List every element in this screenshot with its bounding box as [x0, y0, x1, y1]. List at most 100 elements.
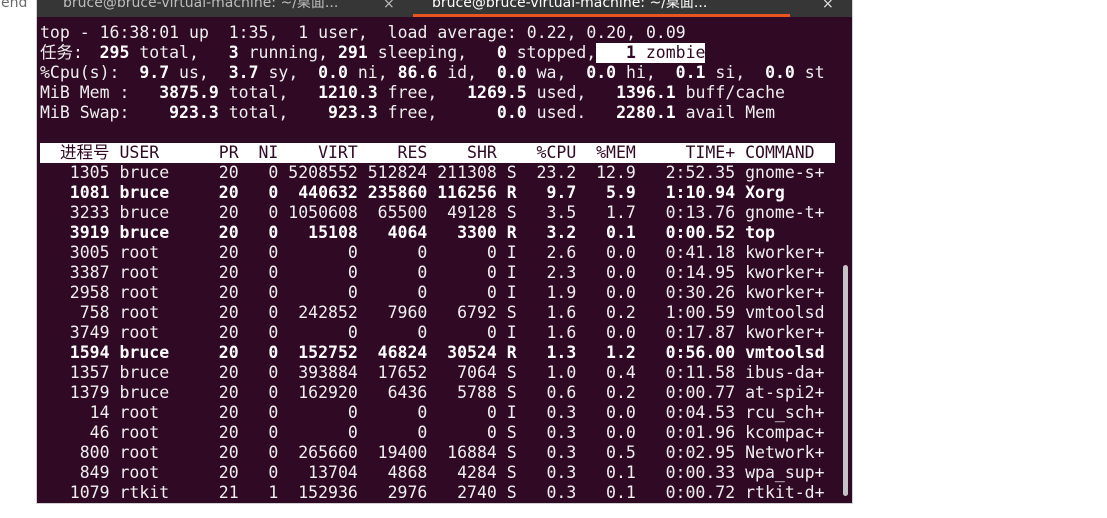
pr-cell: 20 — [218, 323, 239, 342]
pr-cell: 20 — [218, 243, 239, 262]
command-cell: vmtoolsd — [745, 303, 825, 322]
shr-cell: 3300 — [457, 223, 497, 242]
time-cell: 0:13.76 — [665, 203, 736, 222]
res-cell: 0 — [417, 243, 428, 262]
summary-value: 3 — [228, 43, 239, 62]
pid-cell: 3005 — [69, 243, 110, 262]
time-cell: 0:56.00 — [665, 343, 736, 362]
ni-cell: 0 — [268, 223, 279, 242]
shr-cell: 116256 — [437, 183, 497, 202]
summary-value: 0.0 — [318, 63, 348, 82]
close-icon[interactable]: × — [383, 0, 395, 14]
shr-cell: 211308 — [437, 163, 497, 182]
s-cell: S — [506, 383, 517, 402]
process-row: 758 root 20 0 242852 7960 6792 S 1.6 0.2 1:00.59 vm… — [40, 303, 835, 323]
ni-cell: 0 — [268, 403, 279, 422]
mem-cell: 1.2 — [606, 343, 636, 362]
summary-value: 1210.3 — [318, 83, 378, 102]
user-header: USER — [119, 143, 160, 162]
mem-cell: 0.0 — [606, 403, 636, 422]
summary-text: 任务: — [40, 43, 93, 62]
pr-cell: 20 — [218, 383, 239, 402]
time-cell: 0:04.53 — [665, 403, 736, 422]
shr-cell: 0 — [486, 423, 497, 442]
command-cell: at-spi2+ — [745, 383, 825, 402]
terminal-window: bruce@bruce-virtual-machine: ~/桌面... × b… — [37, 0, 852, 503]
summary-value: 1396.1 — [616, 83, 676, 102]
ni-cell: 0 — [268, 423, 279, 442]
pr-cell: 20 — [218, 203, 239, 222]
ni-cell: 0 — [268, 303, 279, 322]
mem-cell: 0.0 — [606, 423, 636, 442]
time-cell: 0:11.58 — [665, 363, 736, 382]
user-cell: rtkit — [119, 483, 170, 502]
user-cell: root — [119, 463, 160, 482]
cpu-cell: 0.3 — [546, 463, 577, 482]
virt-cell: 0 — [347, 423, 358, 442]
terminal-tab-active[interactable]: bruce@bruce-virtual-machine: ~/桌面... × — [413, 0, 852, 17]
res-cell: 512824 — [367, 163, 428, 182]
res-cell: 0 — [417, 283, 428, 302]
virt-cell: 152752 — [298, 343, 358, 362]
user-cell: root — [119, 283, 160, 302]
ni-cell: 0 — [268, 363, 279, 382]
cpu-cell: 0.3 — [546, 443, 577, 462]
process-row: 849 root 20 0 13704 4868 4284 S 0.3 0.1 0:00.33 wpa… — [40, 463, 835, 483]
swap-line: MiB Swap: 923.3 total, 923.3 free, 0.0 u… — [40, 103, 835, 123]
summary-text: total, — [129, 43, 229, 62]
mem-cell: 0.1 — [606, 463, 636, 482]
ni-cell: 0 — [268, 323, 279, 342]
mem-cell: 12.9 — [596, 163, 636, 182]
ni-cell: 0 — [268, 263, 279, 282]
summary-value: 0.0 — [765, 63, 795, 82]
command-cell: kworker+ — [745, 263, 825, 282]
mem-cell: 0.1 — [606, 223, 636, 242]
summary-value: 923.3 — [169, 103, 219, 122]
virt-cell: 0 — [347, 323, 358, 342]
time-cell: 1:10.94 — [665, 183, 736, 202]
zombie-highlight: 1 — [626, 43, 636, 63]
summary-value: 3.7 — [228, 63, 259, 82]
res-cell: 0 — [417, 323, 428, 342]
time-header: TIME+ — [685, 143, 736, 162]
terminal-screen[interactable]: top - 16:38:01 up 1:35, 1 user, load ave… — [40, 23, 835, 503]
command-cell: Xorg — [745, 183, 785, 202]
process-row: 3233 bruce 20 0 1050608 65500 49128 S 3.5 1.7 0:13… — [40, 203, 835, 223]
user-cell: bruce — [119, 183, 170, 202]
summary-text: stopped, — [506, 43, 597, 62]
ni-cell: 0 — [268, 343, 279, 362]
cpu-cell: 9.7 — [546, 183, 577, 202]
command-cell: kcompac+ — [745, 423, 825, 442]
time-cell: 0:01.96 — [665, 423, 736, 442]
summary-text: used, — [526, 83, 617, 102]
virt-cell: 440632 — [298, 183, 358, 202]
process-row: 46 root 20 0 0 0 0 S 0.3 0.0 0:01.96 kcompac+ — [40, 423, 835, 443]
terminal-tab[interactable]: bruce@bruce-virtual-machine: ~/桌面... × — [37, 0, 413, 17]
s-cell: S — [506, 443, 517, 462]
summary-value: 2280.1 — [616, 103, 676, 122]
s-header — [507, 143, 517, 163]
process-table: 进程号 USER PR NI VIRT RES SHR %CPU %MEM TIME+ COMMAN… — [40, 143, 835, 503]
summary-value: 923.3 — [328, 103, 378, 122]
time-cell: 0:02.95 — [665, 443, 736, 462]
summary-text: top - 16:38:01 up 1:35, 1 user, load ave… — [40, 23, 686, 42]
command-cell: Network+ — [745, 443, 825, 462]
command-cell: kworker+ — [745, 283, 825, 302]
summary-value: 86.6 — [397, 63, 438, 82]
pid-cell: 1379 — [69, 383, 110, 402]
mem-line: MiB Mem : 3875.9 total, 1210.3 free, 126… — [40, 83, 835, 103]
process-row: 800 root 20 0 265660 19400 16884 S 0.3 0.5 0:02.95… — [40, 443, 835, 463]
command-cell: wpa_sup+ — [745, 463, 825, 482]
scrollbar-thumb[interactable] — [843, 265, 848, 496]
tab-title: bruce@bruce-virtual-machine: ~/桌面... — [63, 0, 339, 11]
pr-cell: 20 — [218, 263, 239, 282]
zombie-highlight: zombie — [635, 43, 706, 63]
pr-cell: 20 — [218, 363, 239, 382]
time-cell: 0:14.95 — [665, 263, 736, 282]
pid-cell: 46 — [89, 423, 110, 442]
close-icon[interactable]: × — [822, 0, 834, 14]
res-cell: 6436 — [387, 383, 428, 402]
pid-cell: 3919 — [69, 223, 110, 242]
virt-cell: 0 — [347, 263, 358, 282]
shr-cell: 7064 — [457, 363, 497, 382]
